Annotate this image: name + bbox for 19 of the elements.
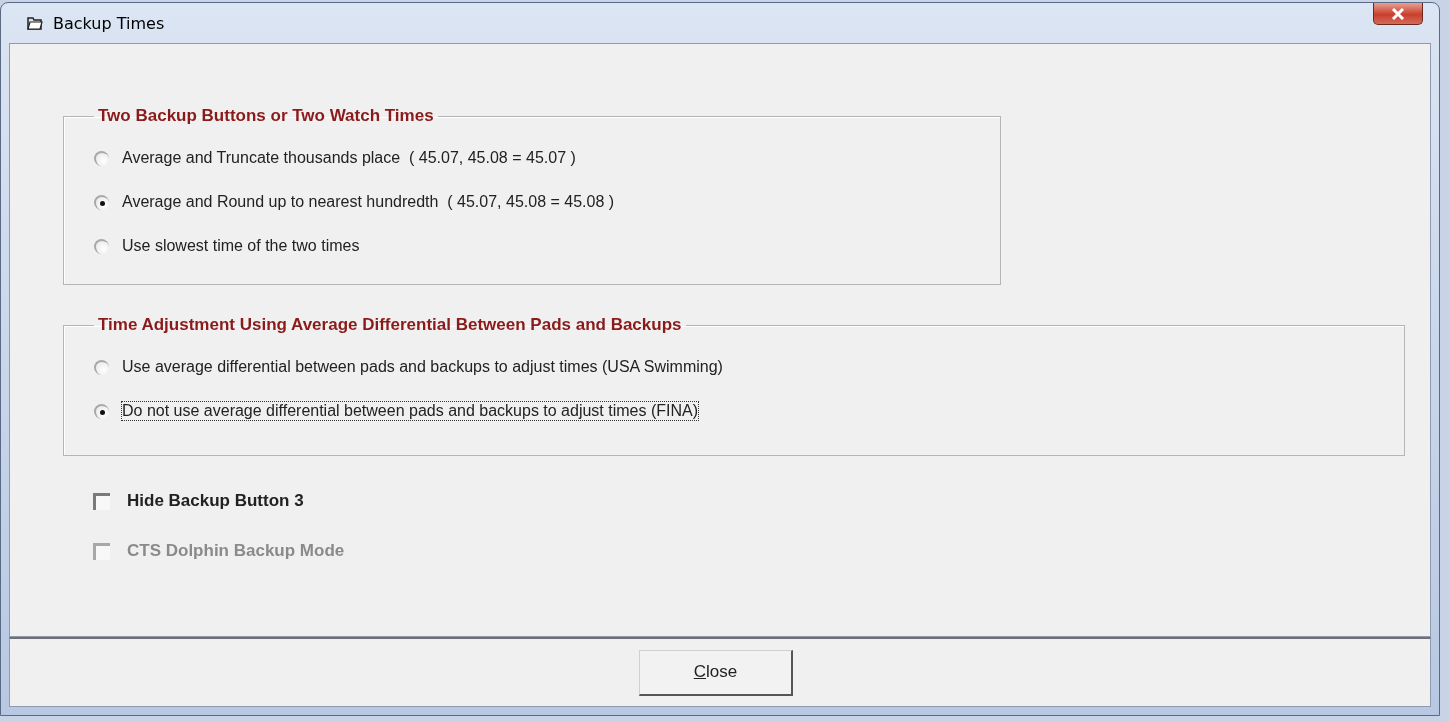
window-title: Backup Times (53, 13, 165, 33)
option-label[interactable]: Use slowest time of the two times (121, 236, 361, 256)
window-icon (27, 16, 43, 30)
radio-button[interactable] (94, 359, 109, 375)
close-button[interactable]: Close (639, 649, 793, 696)
radio-button[interactable] (94, 150, 109, 166)
radio-button[interactable] (94, 238, 109, 254)
option-label[interactable]: Average and Round up to nearest hundredth ( 45.07, 45.08 = 45.08 ) (121, 192, 616, 212)
group-title: Time Adjustment Using Average Differential Between Pads and Backups (97, 315, 683, 335)
radio-button[interactable] (94, 403, 109, 419)
option-label[interactable]: Use average differential between pads and backups to adjust times (USA Swimming) (121, 357, 724, 377)
radio-button[interactable] (94, 194, 109, 210)
option-label[interactable]: Do not use average differential between pads and backups to adjust times (FINA) (121, 401, 700, 421)
checkbox-label[interactable]: Hide Backup Button 3 (127, 491, 304, 511)
option-label[interactable]: Average and Truncate thousands place ( 45.07, 45.08 = 45.07 ) (121, 148, 577, 168)
checkbox[interactable] (93, 492, 110, 510)
group-title: Two Backup Buttons or Two Watch Times (97, 106, 435, 126)
close-icon (1391, 7, 1405, 20)
close-window-button[interactable] (1373, 3, 1423, 25)
